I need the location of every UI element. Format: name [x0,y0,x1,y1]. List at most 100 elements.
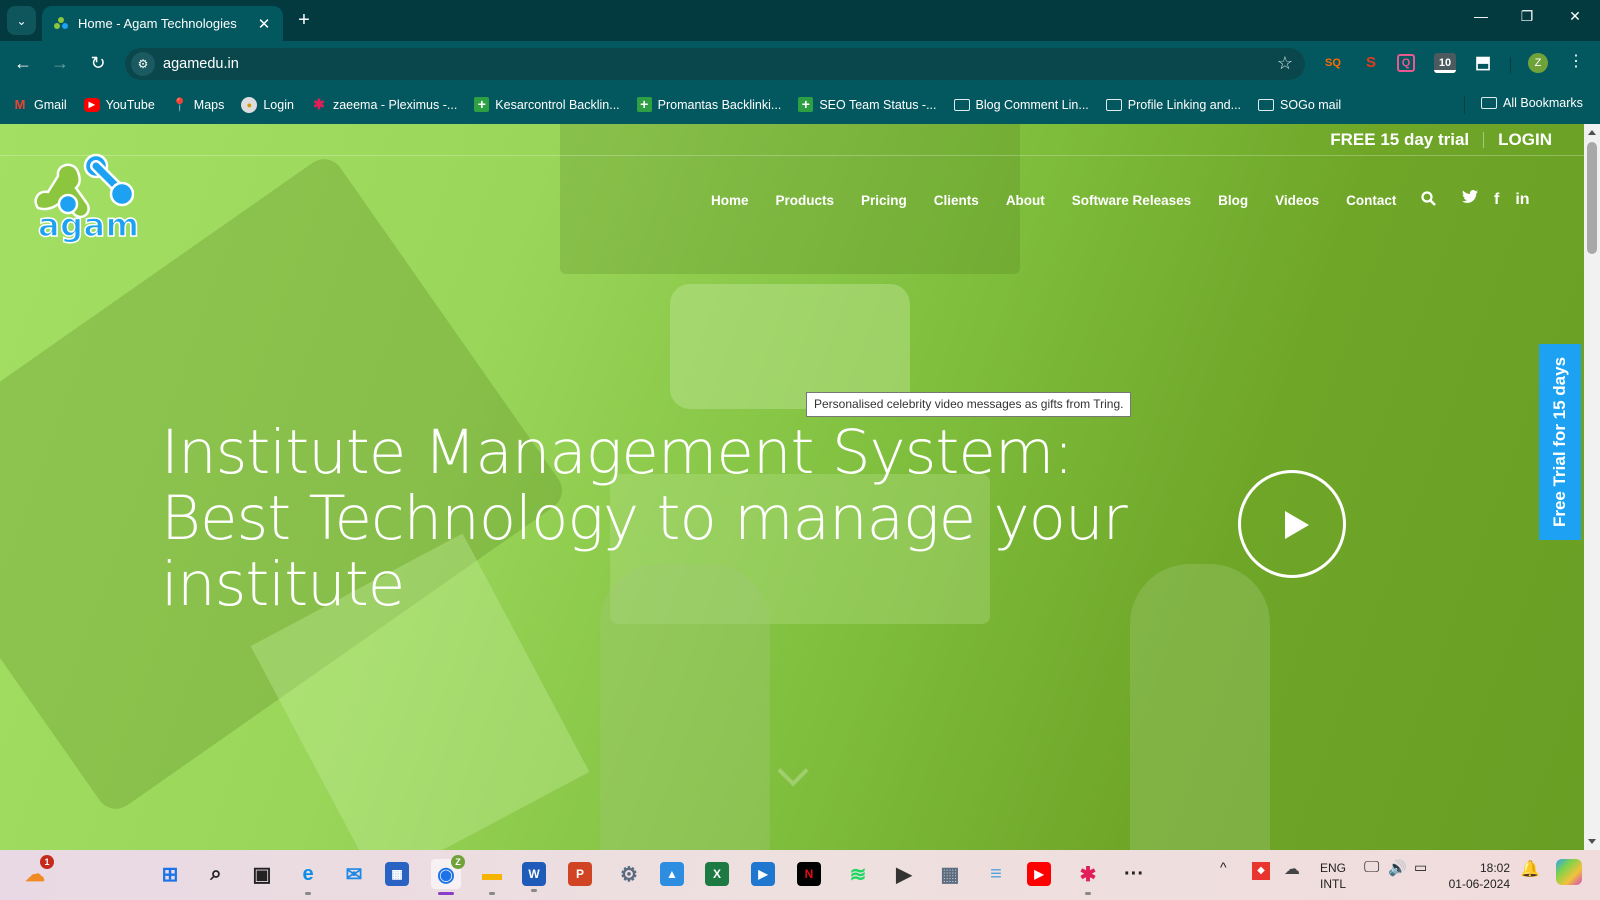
bookmark-gmail[interactable]: M Gmail [12,97,67,112]
gmail-icon: M [14,97,26,112]
bookmark-star-icon[interactable]: ☆ [1277,53,1293,74]
browser-tab-active[interactable]: Home - Agam Technologies ✕ [42,6,283,41]
ten-extension-icon[interactable]: 10 [1434,53,1456,73]
taskbar-mail-button[interactable]: ✉ [339,859,369,889]
new-tab-button[interactable]: + [292,9,316,32]
restore-button[interactable]: ❐ [1512,8,1542,25]
system-clock[interactable]: 18:02 01-06-2024 [1436,860,1510,892]
onedrive-tray-icon[interactable]: ☁ [1284,859,1300,879]
tab-search-button[interactable]: ⌄ [7,6,36,35]
sheets-plus-icon: + [798,97,814,112]
seo-extension-icon[interactable]: S [1360,53,1382,73]
taskbar-chrome-button[interactable]: ◉ Z [431,855,465,895]
scroll-down-arrow-icon[interactable] [1588,839,1596,844]
linkedin-icon[interactable]: in [1515,191,1529,209]
taskbar-search-button[interactable]: ⌕ [201,859,231,889]
bookmark-seo-team-status[interactable]: + SEO Team Status -... [798,97,937,112]
free-trial-side-tab-label: Free Trial for 15 days [1550,356,1569,528]
sq-extension-icon[interactable]: SQ [1322,53,1344,73]
reload-button[interactable]: ↻ [86,51,110,75]
taskbar-slack-button[interactable]: ✱ [1073,859,1103,895]
free-trial-link[interactable]: FREE 15 day trial [1330,130,1469,150]
bookmark-maps[interactable]: 📍 Maps [172,97,225,112]
extensions-puzzle-icon[interactable]: ⬒ [1472,53,1494,73]
notepad-icon: ≡ [990,862,1002,885]
taskbar-netflix-button[interactable]: N [797,862,821,886]
nav-videos[interactable]: Videos [1275,193,1319,208]
facebook-icon[interactable]: f [1494,191,1499,209]
bookmark-kesarcontrol[interactable]: + Kesarcontrol Backlin... [474,97,620,112]
minimize-button[interactable]: — [1466,8,1496,24]
bookmark-login[interactable]: ● Login [241,96,294,113]
bookmark-promantas[interactable]: + Promantas Backlinki... [636,97,781,112]
start-icon: ⊞ [161,863,179,886]
taskbar-youtube-button[interactable]: ▶ [1027,862,1051,886]
search-extension-icon[interactable]: Q [1397,54,1415,72]
page-scrollbar[interactable] [1584,124,1600,850]
free-trial-side-tab[interactable]: Free Trial for 15 days [1539,344,1581,540]
bookmarks-divider [1464,96,1465,114]
bookmark-zaeema[interactable]: ✱ zaeema - Pleximus -... [311,96,457,112]
site-info-icon[interactable]: ⚙ [131,52,155,76]
search-icon[interactable] [1421,191,1437,210]
play-video-button[interactable] [1238,470,1346,578]
back-button[interactable]: ← [11,51,35,75]
taskbar-notepad-button[interactable]: ≡ [981,859,1011,889]
taskbar-task-view-button[interactable]: ▣ [247,859,277,889]
taskbar-more-button[interactable]: ··· [1119,859,1149,889]
browser-menu-icon[interactable]: ⋮ [1568,51,1584,71]
volume-icon[interactable]: 🔊 [1388,859,1407,877]
nav-home[interactable]: Home [711,193,749,208]
taskbar-file-explorer-button[interactable]: ▬ [477,859,507,895]
bookmark-label: Profile Linking and... [1127,97,1242,112]
all-bookmarks-button[interactable]: All Bookmarks [1481,96,1583,110]
taskbar-spotify-button[interactable]: ≋ [843,859,873,889]
battery-icon[interactable]: ▭ [1414,859,1427,876]
taskbar-calculator-button[interactable]: ▦ [935,859,965,889]
address-bar[interactable]: ⚙ agamedu.in ☆ [125,48,1305,80]
tray-chevron-icon[interactable]: ^ [1220,859,1227,875]
taskbar-video-player-button[interactable]: ▶ [889,859,919,889]
scrollbar-thumb[interactable] [1587,142,1597,254]
nav-clients[interactable]: Clients [934,193,979,208]
bookmark-folder-sogo-mail[interactable]: SOGo mail [1258,98,1341,112]
logo-wordmark[interactable]: agam [37,205,139,245]
twitter-icon[interactable] [1462,190,1478,209]
word-icon: W [528,867,540,881]
profile-avatar[interactable]: Z [1528,53,1548,73]
browser-toolbar: ← → ↻ ⚙ agamedu.in ☆ SQ S Q 10 ⬒ Z ⋮ [0,41,1600,85]
url-text[interactable]: agamedu.in [163,56,239,72]
scroll-up-arrow-icon[interactable] [1588,130,1596,135]
nav-pricing[interactable]: Pricing [861,193,907,208]
taskbar-photos-button[interactable]: ▲ [660,862,684,886]
mail-icon: ✉ [345,863,363,886]
close-icon[interactable]: ✕ [253,15,275,33]
taskbar-store-button[interactable]: ▦ [385,862,409,886]
tab-title: Home - Agam Technologies [78,16,237,31]
taskbar-start-button[interactable]: ⊞ [155,859,185,889]
taskbar-media-player-button[interactable]: ▶ [751,862,775,886]
nav-contact[interactable]: Contact [1346,193,1396,208]
login-link[interactable]: LOGIN [1498,130,1552,150]
anydesk-tray-icon[interactable]: ◆ [1252,862,1270,880]
nav-blog[interactable]: Blog [1218,193,1248,208]
taskbar-powerpoint-button[interactable]: P [568,862,592,886]
bookmark-folder-blog-comment[interactable]: Blog Comment Lin... [953,98,1089,112]
notification-bell-icon[interactable]: 🔔 [1520,859,1540,879]
language-indicator[interactable]: ENG INTL [1320,860,1346,892]
taskbar-word-button[interactable]: W [522,862,546,892]
bookmark-folder-profile-linking[interactable]: Profile Linking and... [1105,97,1242,112]
taskbar-settings-button[interactable]: ⚙ [614,859,644,889]
window-close-button[interactable]: ✕ [1560,8,1590,25]
nav-products[interactable]: Products [776,193,835,208]
forward-button[interactable]: → [48,51,72,75]
nav-software-releases[interactable]: Software Releases [1072,193,1191,208]
copilot-icon[interactable] [1556,859,1582,885]
nav-about[interactable]: About [1006,193,1045,208]
network-icon[interactable]: 🖵 [1364,859,1379,877]
weather-widget[interactable]: ☁ 1 [20,855,54,889]
bookmark-youtube[interactable]: ▶ YouTube [83,97,155,112]
scroll-down-chevron-icon[interactable] [777,760,807,790]
taskbar-edge-button[interactable]: e [293,859,323,895]
taskbar-excel-button[interactable]: X [705,862,729,886]
